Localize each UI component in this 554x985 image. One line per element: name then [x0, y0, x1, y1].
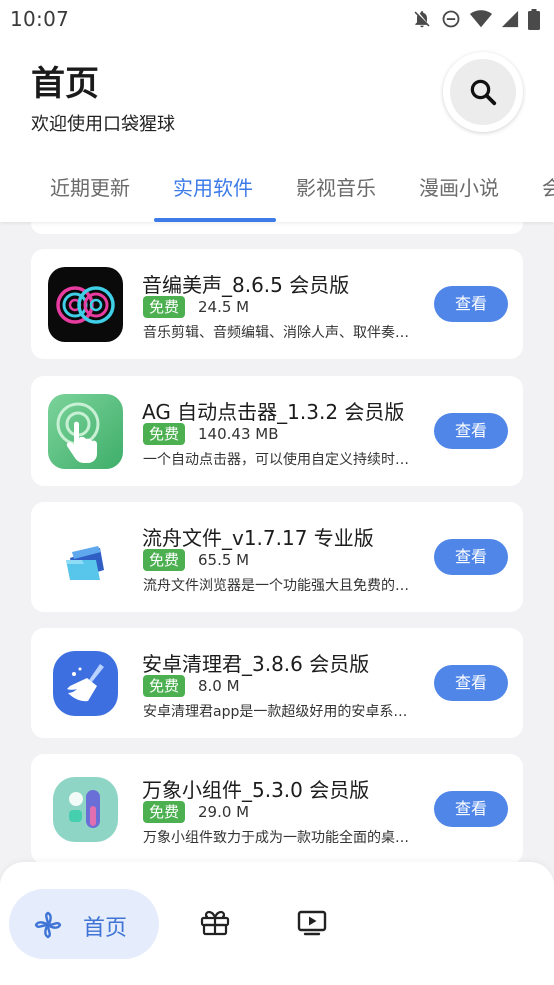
tab-comics-novels[interactable]: 漫画小说	[419, 172, 499, 222]
app-name: 万象小组件_5.3.0 会员版	[142, 778, 370, 802]
status-time: 10:07	[10, 7, 70, 31]
cellular-signal-icon	[501, 10, 519, 28]
page-title: 首页	[31, 64, 99, 104]
nav-gift-button[interactable]	[200, 910, 230, 940]
pinwheel-icon	[34, 911, 62, 939]
gift-box-icon	[200, 910, 230, 936]
status-bar: 10:07	[0, 0, 554, 38]
search-button[interactable]	[443, 52, 523, 132]
view-button[interactable]: 查看	[434, 286, 508, 322]
app-size: 65.5 M	[198, 551, 250, 569]
app-size: 24.5 M	[198, 298, 250, 316]
view-button[interactable]: 查看	[434, 665, 508, 701]
nav-video-button[interactable]	[297, 910, 327, 940]
nav-home-label: 首页	[83, 916, 128, 941]
tab-film-music[interactable]: 影视音乐	[296, 172, 376, 222]
category-tabs: 近期更新 实用软件 影视音乐 漫画小说 会	[0, 166, 554, 222]
video-player-icon	[297, 910, 327, 936]
folder-icon	[48, 520, 123, 595]
app-name: 流舟文件_v1.7.17 专业版	[142, 526, 374, 550]
app-list[interactable]: 音编美声_8.6.5 会员版 免费 24.5 M 音乐剪辑、音频编辑、消除人声、…	[0, 222, 554, 872]
app-description: 万象小组件致力于成为一款功能全面的桌…	[143, 830, 409, 846]
app-card[interactable]: AG 自动点击器_1.3.2 会员版 免费 140.43 MB 一个自动点击器，…	[31, 376, 523, 486]
widget-icon	[48, 772, 123, 847]
battery-icon	[528, 8, 540, 30]
app-card[interactable]: 流舟文件_v1.7.17 专业版 免费 65.5 M 流舟文件浏览器是一个功能强…	[31, 502, 523, 612]
app-description: 安卓清理君app是一款超级好用的安卓系…	[143, 704, 408, 720]
free-badge: 免费	[143, 549, 186, 571]
app-description: 一个自动点击器，可以使用自定义持续时…	[143, 452, 409, 468]
tap-hand-icon	[48, 394, 123, 469]
app-card[interactable]: 万象小组件_5.3.0 会员版 免费 29.0 M 万象小组件致力于成为一款功能…	[31, 754, 523, 864]
do-not-disturb-icon	[442, 10, 460, 28]
app-name: 音编美声_8.6.5 会员版	[142, 273, 350, 297]
partial-card	[31, 222, 523, 234]
app-description: 流舟文件浏览器是一个功能强大且免费的…	[143, 578, 409, 594]
wifi-icon	[470, 10, 492, 28]
search-button-inner	[450, 59, 516, 125]
tab-partial-next[interactable]: 会	[542, 172, 554, 222]
header: 首页 欢迎使用口袋猩球 近期更新 实用软件 影视音乐 漫画小说 会	[0, 38, 554, 222]
free-badge: 免费	[143, 675, 186, 697]
tab-utility-software[interactable]: 实用软件	[173, 172, 253, 222]
view-button[interactable]: 查看	[434, 539, 508, 575]
free-badge: 免费	[143, 423, 186, 445]
audio-waves-icon	[48, 267, 123, 342]
free-badge: 免费	[143, 801, 186, 823]
app-description: 音乐剪辑、音频编辑、消除人声、取伴奏…	[143, 325, 409, 341]
app-card[interactable]: 音编美声_8.6.5 会员版 免费 24.5 M 音乐剪辑、音频编辑、消除人声、…	[31, 249, 523, 359]
nav-home-button[interactable]: 首页	[9, 889, 159, 959]
app-size: 8.0 M	[198, 677, 240, 695]
app-card[interactable]: 安卓清理君_3.8.6 会员版 免费 8.0 M 安卓清理君app是一款超级好用…	[31, 628, 523, 738]
broom-icon	[48, 646, 123, 721]
status-icons	[412, 8, 540, 30]
active-tab-indicator	[154, 218, 276, 222]
app-size: 29.0 M	[198, 803, 250, 821]
page-subtitle: 欢迎使用口袋猩球	[31, 114, 175, 135]
free-badge: 免费	[143, 296, 186, 318]
search-icon	[470, 79, 497, 106]
notifications-off-icon	[414, 11, 430, 28]
app-name: AG 自动点击器_1.3.2 会员版	[142, 400, 405, 424]
view-button[interactable]: 查看	[434, 413, 508, 449]
bottom-navigation: 首页	[0, 862, 554, 985]
view-button[interactable]: 查看	[434, 791, 508, 827]
app-screen: 10:07 首页 欢迎使用口袋猩球 近期更新 实用软件 影视音乐 漫画小说 会 …	[0, 0, 554, 985]
app-size: 140.43 MB	[198, 425, 279, 443]
tab-recent-updates[interactable]: 近期更新	[50, 172, 130, 222]
app-name: 安卓清理君_3.8.6 会员版	[142, 652, 370, 676]
